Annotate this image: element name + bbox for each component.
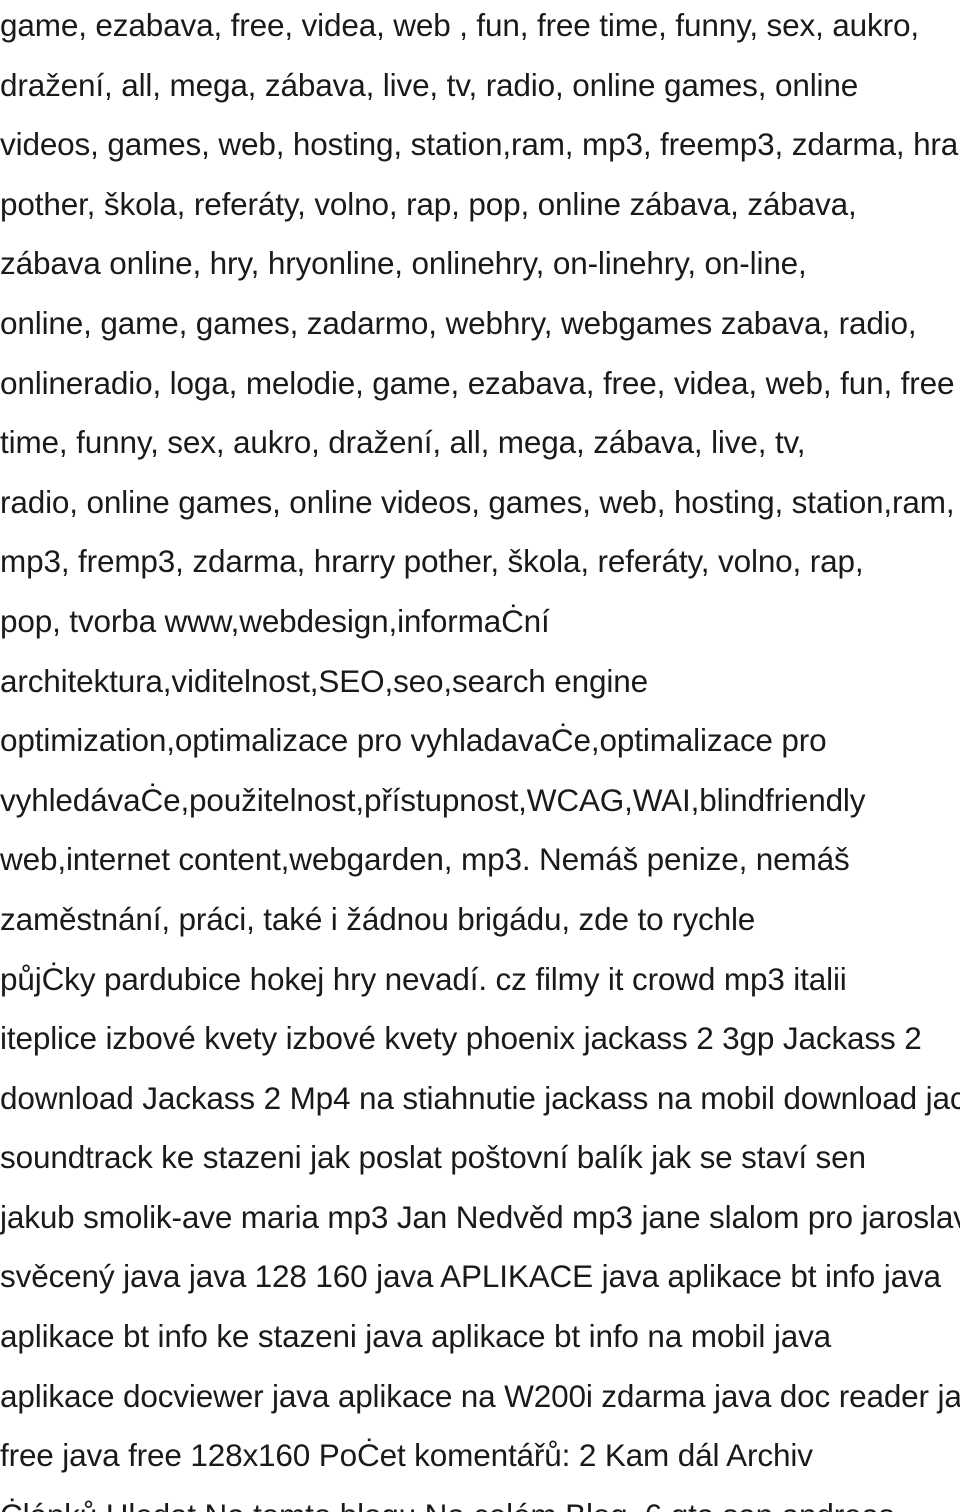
text-line: game, ezabava, free, videa, web , fun, f… — [0, 7, 919, 43]
text-line: online, game, games, zadarmo, webhry, we… — [0, 304, 917, 341]
text-line: onlineradio, loga, melodie, game, ezabav… — [0, 364, 955, 401]
text-line: radio, online games, online videos, game… — [0, 483, 955, 520]
text-line: pother, škola, referáty, volno, rap, pop… — [0, 185, 857, 222]
text-line: iteplice izbové kvety izbové kvety phoen… — [0, 1020, 922, 1057]
text-line: zaměstnání, práci, také i žádnou brigádu… — [0, 900, 756, 937]
text-line: time, funny, sex, aukro, dražení, all, m… — [0, 424, 806, 461]
text-line: web,internet content,webgarden, mp3. Nem… — [0, 841, 850, 878]
text-line: download Jackass 2 Mp4 na stiahnutie jac… — [0, 1079, 960, 1116]
text-line: videos, games, web, hosting, station,ram… — [0, 126, 960, 163]
text-line: jakub smolik-ave maria mp3 Jan Nedvěd mp… — [0, 1198, 960, 1235]
text-line: svěcený java java 128 160 java APLIKACE … — [0, 1258, 941, 1295]
document-text-body: game, ezabava, free, videa, web , fun, f… — [0, 0, 960, 1512]
text-line: free java free 128x160 PoĊet komentářů: … — [0, 1437, 813, 1474]
text-line: zábava online, hry, hryonline, onlinehry… — [0, 245, 807, 282]
document-page: game, ezabava, free, videa, web , fun, f… — [0, 0, 960, 1512]
text-line: dražení, all, mega, zábava, live, tv, ra… — [0, 66, 859, 103]
text-line: aplikace bt info ke stazeni java aplikac… — [0, 1318, 832, 1355]
text-line: mp3, fremp3, zdarma, hrarry pother, škol… — [0, 543, 864, 580]
text-line: půjĊky pardubice hokej hry nevadí. cz fi… — [0, 960, 847, 997]
text-line: Ċlánků Hledat Na tomto blogu Na celém Bl… — [0, 1486, 960, 1512]
text-line: pop, tvorba www,webdesign,informaĊní — [0, 602, 550, 639]
text-line: vyhledávaĊe,použitelnost,přístupnost,WCA… — [0, 781, 866, 818]
text-line: architektura,viditelnost,SEO,seo,search … — [0, 662, 648, 699]
text-line: aplikace docviewer java aplikace na W200… — [0, 1377, 960, 1414]
text-line: optimization,optimalizace pro vyhladavaĊ… — [0, 722, 827, 759]
text-line: soundtrack ke stazeni jak poslat poštovn… — [0, 1139, 866, 1176]
